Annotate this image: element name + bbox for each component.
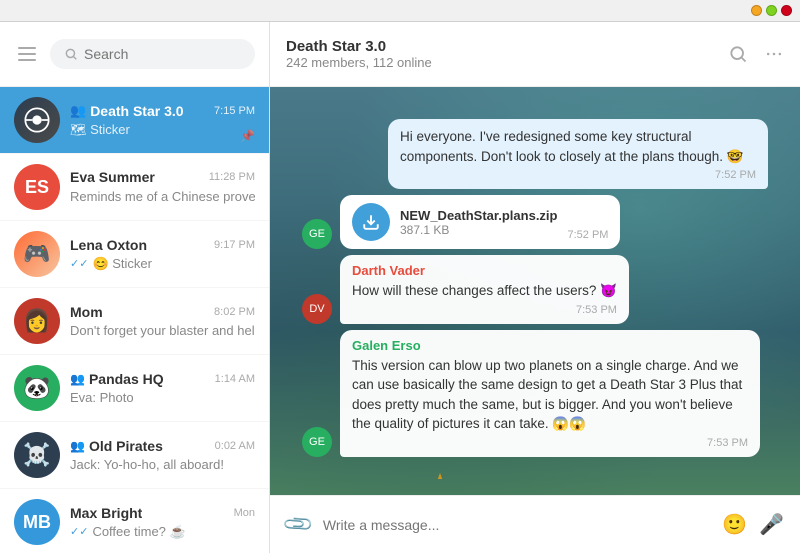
chat-item-lena-oxton[interactable]: 🎮 Lena Oxton 9:17 PM ✓✓ 😊 Sticker	[0, 221, 269, 288]
chat-title: Death Star 3.0	[286, 38, 432, 55]
file-download-icon[interactable]	[352, 203, 390, 241]
msg-text-3: How will these changes affect the users?…	[352, 281, 617, 301]
chat-info-old-pirates: 👥 Old Pirates 0:02 AM Jack: Yo-ho-ho, al…	[70, 438, 255, 472]
message-input[interactable]	[323, 517, 710, 533]
maximize-button[interactable]	[766, 5, 777, 16]
chat-time-eva-summer: 11:28 PM	[209, 171, 255, 183]
chat-info-lena-oxton: Lena Oxton 9:17 PM ✓✓ 😊 Sticker	[70, 237, 255, 272]
message-3: Darth Vader How will these changes affec…	[340, 255, 629, 324]
chat-time-pirates: 0:02 AM	[215, 440, 255, 452]
sidebar: 👥 Death Star 3.0 7:15 PM 🗺 Sticker 📌 ES	[0, 22, 270, 553]
msg-time-3: 7:53 PM	[352, 304, 617, 316]
sidebar-header	[0, 22, 269, 87]
chat-info-eva-summer: Eva Summer 11:28 PM Reminds me of a Chin…	[70, 169, 255, 206]
msg-time-4: 7:53 PM	[352, 437, 748, 449]
chat-area: Death Star 3.0 242 members, 112 online H…	[270, 22, 800, 553]
file-time: 7:52 PM	[567, 229, 608, 241]
search-icon	[64, 47, 78, 61]
chat-time-mom: 8:02 PM	[214, 306, 255, 318]
avatar-pandas-hq: 🐼	[14, 365, 60, 411]
msg-avatar-galen: GE	[302, 219, 332, 249]
chat-name-lena: Lena Oxton	[70, 237, 147, 253]
chat-item-mom[interactable]: 👩 Mom 8:02 PM Don't forget your blaster …	[0, 288, 269, 355]
msg-avatar-darth: DV	[302, 294, 332, 324]
hamburger-menu[interactable]	[14, 43, 40, 65]
chat-time-lena: 9:17 PM	[214, 239, 255, 251]
avatar-lena-oxton: 🎮	[14, 231, 60, 277]
chat-subtitle: 242 members, 112 online	[286, 55, 432, 70]
message-3-container: DV Darth Vader How will these changes af…	[302, 255, 768, 324]
chat-preview-pandas: Eva: Photo	[70, 390, 255, 405]
file-size: 387.1 KB	[400, 223, 557, 237]
chat-item-max-bright[interactable]: MB Max Bright Mon ✓✓ Coffee time? ☕	[0, 489, 269, 553]
file-info: NEW_DeathStar.plans.zip 387.1 KB	[400, 208, 557, 237]
chat-item-pandas-hq[interactable]: 🐼 👥 Pandas HQ 1:14 AM Eva: Photo	[0, 355, 269, 422]
chat-time-pandas: 1:14 AM	[215, 373, 255, 385]
avatar-death-star	[14, 97, 60, 143]
avatar-eva-summer: ES	[14, 164, 60, 210]
input-area: 📎 🙂 🎤	[270, 495, 800, 553]
chat-item-death-star[interactable]: 👥 Death Star 3.0 7:15 PM 🗺 Sticker 📌	[0, 87, 269, 154]
chat-info-death-star: 👥 Death Star 3.0 7:15 PM 🗺 Sticker	[70, 103, 255, 138]
chat-item-eva-summer[interactable]: ES Eva Summer 11:28 PM Reminds me of a C…	[0, 154, 269, 221]
message-1: Hi everyone. I've redesigned some key st…	[388, 119, 768, 189]
msg-sender-galen: Galen Erso	[352, 338, 748, 353]
chat-name-mom: Mom	[70, 304, 103, 320]
chat-name-max: Max Bright	[70, 505, 142, 521]
msg-avatar-galen2: GE	[302, 427, 332, 457]
sticker-svg	[340, 463, 540, 479]
chat-time-max: Mon	[234, 507, 255, 519]
attach-icon[interactable]: 📎	[281, 507, 316, 542]
search-input[interactable]	[84, 46, 241, 62]
chat-preview-eva: Reminds me of a Chinese prove…	[70, 189, 255, 204]
window-chrome	[0, 0, 800, 22]
search-header-icon[interactable]	[728, 44, 748, 64]
chat-preview-mom: Don't forget your blaster and helmet	[70, 323, 255, 338]
msg-text-4: This version can blow up two planets on …	[352, 356, 748, 434]
message-4: Galen Erso This version can blow up two …	[340, 330, 760, 457]
msg-sender-darth: Darth Vader	[352, 263, 617, 278]
chat-time-death-star: 7:15 PM	[214, 105, 255, 117]
chat-name-eva-summer: Eva Summer	[70, 169, 155, 185]
chat-info-mom: Mom 8:02 PM Don't forget your blaster an…	[70, 304, 255, 338]
search-box[interactable]	[50, 39, 255, 69]
sticker-message	[340, 463, 540, 479]
chat-header-actions	[728, 44, 784, 64]
app-container: 👥 Death Star 3.0 7:15 PM 🗺 Sticker 📌 ES	[0, 22, 800, 553]
message-4-container: GE Galen Erso This version can blow up t…	[302, 330, 768, 457]
chat-item-old-pirates[interactable]: ☠️ 👥 Old Pirates 0:02 AM Jack: Yo-ho-ho,…	[0, 422, 269, 489]
more-options-icon[interactable]	[764, 44, 784, 64]
msg-time-1: 7:52 PM	[400, 169, 756, 181]
message-2-container: GE NEW_DeathStar.plans.zip 387.1 KB 7:52…	[302, 195, 768, 249]
avatar-old-pirates: ☠️	[14, 432, 60, 478]
chat-preview-lena: ✓✓ 😊 Sticker	[70, 256, 255, 272]
chat-header-info: Death Star 3.0 242 members, 112 online	[286, 38, 432, 70]
chat-preview-pirates: Jack: Yo-ho-ho, all aboard!	[70, 457, 255, 472]
chat-name-pandas: 👥 Pandas HQ	[70, 371, 164, 387]
msg-text-1: Hi everyone. I've redesigned some key st…	[400, 127, 756, 166]
messages-area: Hi everyone. I've redesigned some key st…	[270, 87, 800, 495]
minimize-button[interactable]	[751, 5, 762, 16]
file-name: NEW_DeathStar.plans.zip	[400, 208, 557, 223]
chat-preview-death-star: 🗺 Sticker	[70, 122, 255, 138]
chat-info-pandas-hq: 👥 Pandas HQ 1:14 AM Eva: Photo	[70, 371, 255, 405]
chat-name-death-star: 👥 Death Star 3.0	[70, 103, 184, 119]
messages-content: Hi everyone. I've redesigned some key st…	[286, 103, 784, 479]
chat-preview-max: ✓✓ Coffee time? ☕	[70, 524, 255, 540]
emoji-icon[interactable]: 🙂	[722, 512, 747, 537]
chat-info-max-bright: Max Bright Mon ✓✓ Coffee time? ☕	[70, 505, 255, 540]
avatar-mom: 👩	[14, 298, 60, 344]
pin-icon: 📌	[240, 129, 255, 143]
message-2-file: NEW_DeathStar.plans.zip 387.1 KB 7:52 PM	[340, 195, 620, 249]
chat-header: Death Star 3.0 242 members, 112 online	[270, 22, 800, 87]
close-button[interactable]	[781, 5, 792, 16]
chat-name-pirates: 👥 Old Pirates	[70, 438, 163, 454]
avatar-max-bright: MB	[14, 499, 60, 545]
mic-icon[interactable]: 🎤	[759, 512, 784, 537]
message-5-sticker-container: GE	[302, 463, 768, 479]
chat-list: 👥 Death Star 3.0 7:15 PM 🗺 Sticker 📌 ES	[0, 87, 269, 553]
